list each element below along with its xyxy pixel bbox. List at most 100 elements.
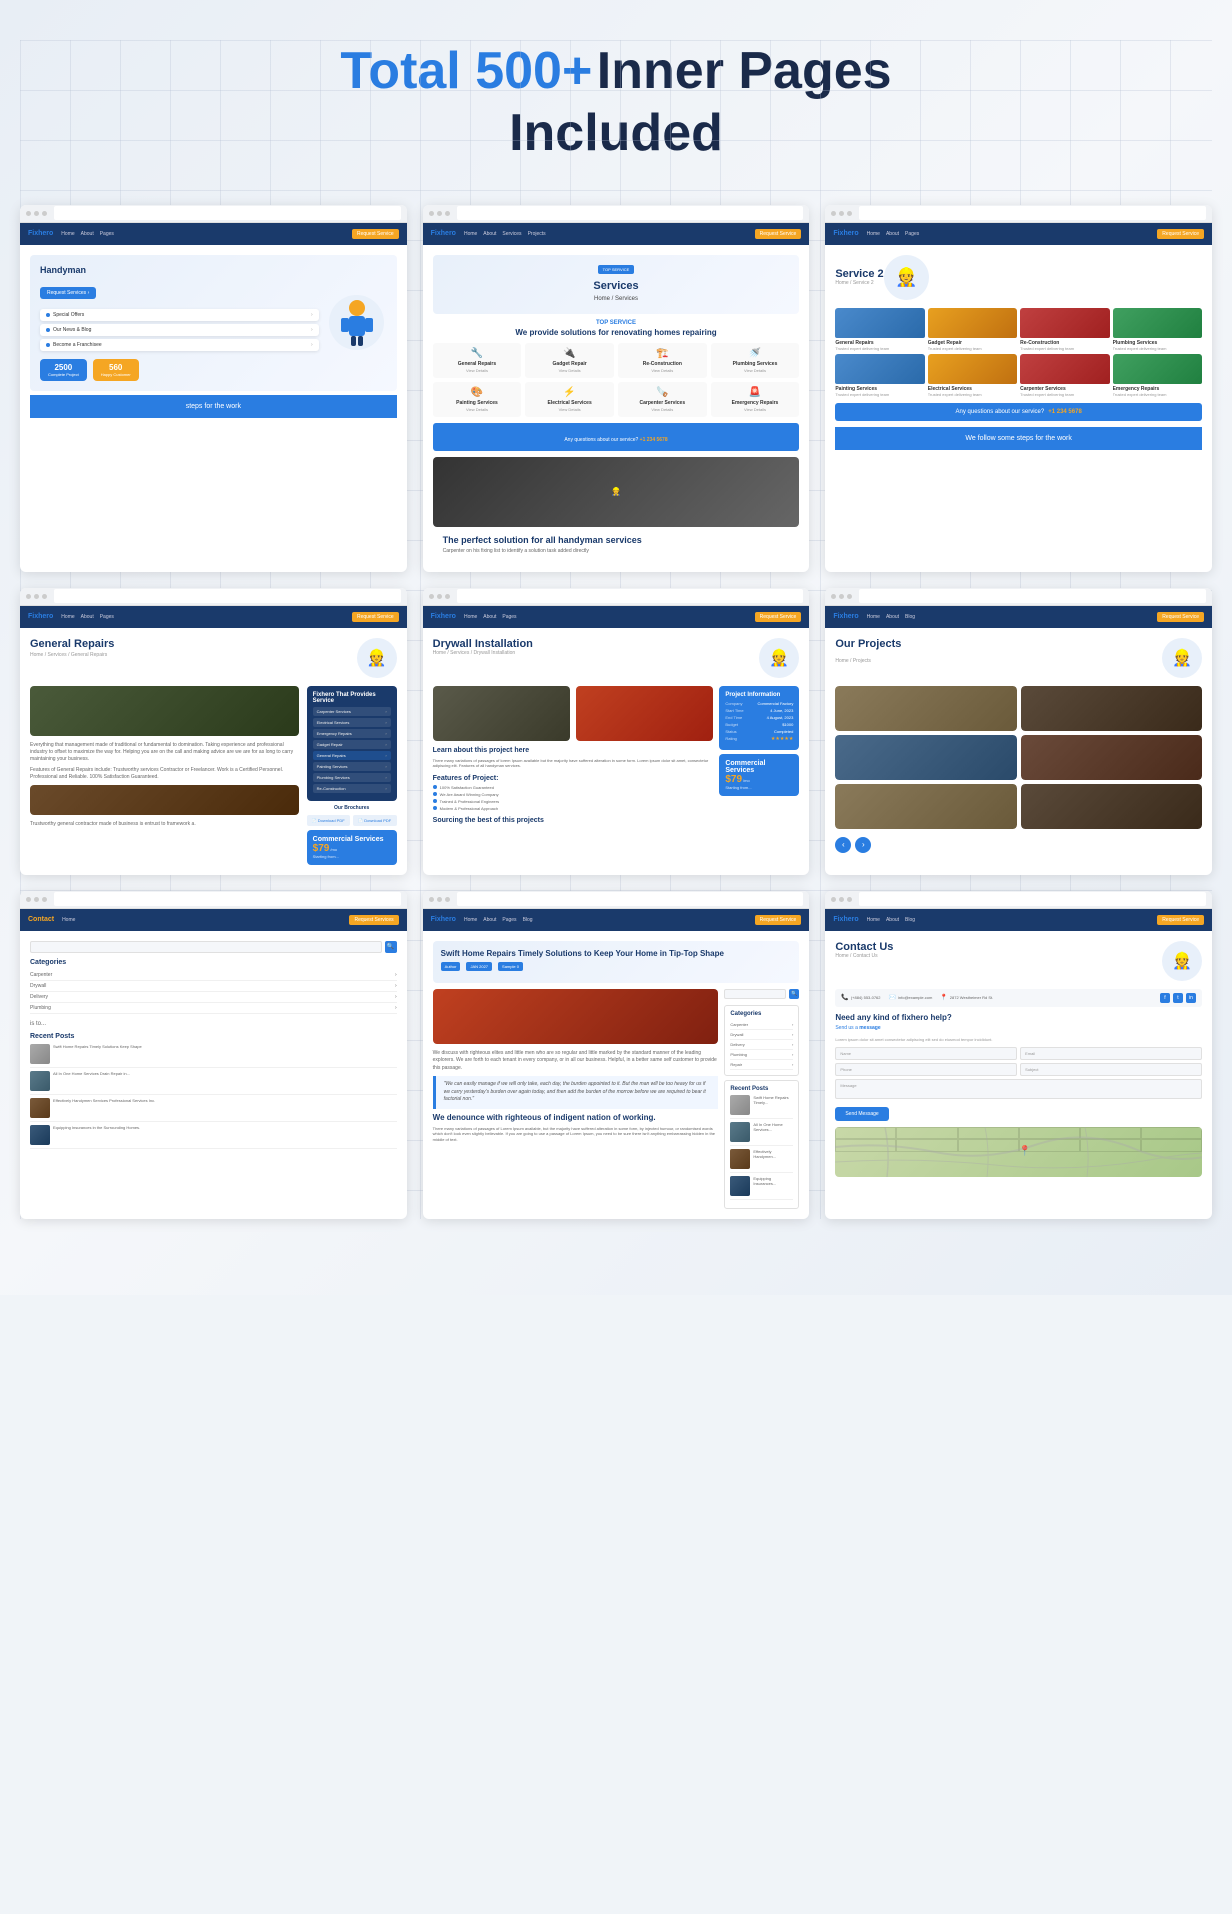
info-company: Company Commercial Factory xyxy=(725,701,793,706)
sidebar-search-btn[interactable]: 🔍 xyxy=(789,989,799,999)
sidebar-cat-5: Repair› xyxy=(730,1060,793,1070)
project-item-5 xyxy=(835,784,1016,829)
list-emergency[interactable]: Emergency Repairs › xyxy=(313,729,391,738)
contact-header: Contact Us Home / Contact Us 👷 xyxy=(835,941,1202,981)
dot9-red xyxy=(831,897,836,902)
worker-illustration xyxy=(329,295,384,350)
dot-yellow xyxy=(34,211,39,216)
projects-header: Our Projects Home / Projects 👷 xyxy=(835,638,1202,678)
dot7-yellow xyxy=(34,897,39,902)
contact-info-bar: 📞 (+884) 553-0762 ✉️ info@example.com 📍 … xyxy=(835,989,1202,1007)
logo-4: Fixhero xyxy=(28,613,53,620)
send-message-btn[interactable]: Send Message xyxy=(835,1107,888,1121)
nav5-pages: Pages xyxy=(502,614,516,620)
form-email[interactable]: Email xyxy=(1020,1047,1202,1060)
info-rating: Rating ★★★★★ xyxy=(725,736,793,742)
nav5-home: Home xyxy=(464,614,477,620)
nav2-services: Services xyxy=(502,231,521,237)
browser-bar-4 xyxy=(20,588,407,606)
list-reconstruction[interactable]: Re-Construction › xyxy=(313,784,391,793)
instagram-icon[interactable]: in xyxy=(1186,993,1196,1003)
handyman-content: Handyman Request Services › Special Offe… xyxy=(20,245,407,428)
list-carpenter[interactable]: Carpenter Services › xyxy=(313,707,391,716)
stat-customers: 560 Happy Customer xyxy=(93,359,139,381)
drywall-text: There many variations of passages of lor… xyxy=(433,758,714,769)
service-emergency: 🚨 Emergency Repairs View Details xyxy=(711,382,800,417)
request-btn-9[interactable]: Request Service xyxy=(1157,915,1204,925)
menu-item-offers[interactable]: Special Offers › xyxy=(40,309,319,321)
browser-bar-8 xyxy=(423,891,810,909)
drywall-main: Learn about this project here There many… xyxy=(433,686,800,824)
blog-article: We discuss with righteous elites and lit… xyxy=(433,989,719,1209)
dot6-yellow xyxy=(839,594,844,599)
brochure-2[interactable]: 📄 Download PDF xyxy=(353,815,397,826)
form-subject[interactable]: Subject xyxy=(1020,1063,1202,1076)
request-btn-6[interactable]: Request Service xyxy=(1157,612,1204,622)
card-general-repairs: Fixhero Home About Pages Request Service… xyxy=(20,588,407,875)
project-img-worker2 xyxy=(1021,784,1202,829)
project-img-worker xyxy=(1021,686,1202,731)
nav4-home: Home xyxy=(61,614,74,620)
list-gadget[interactable]: Gadget Repair › xyxy=(313,740,391,749)
blog-text-1: We discuss with righteous elites and lit… xyxy=(433,1050,719,1073)
nav-bar-6: Fixhero Home About Blog Request Service xyxy=(825,606,1212,628)
request-btn-2[interactable]: Request Service xyxy=(755,229,802,239)
arrow-next[interactable]: › xyxy=(855,837,871,853)
sidebar-post-img-1 xyxy=(730,1095,750,1115)
facebook-icon[interactable]: f xyxy=(1160,993,1170,1003)
blog-layout: We discuss with righteous elites and lit… xyxy=(433,989,800,1209)
list-painting[interactable]: Painting Services › xyxy=(313,762,391,771)
twitter-icon[interactable]: t xyxy=(1173,993,1183,1003)
contact-page-title: Contact Us xyxy=(835,941,893,953)
form-name[interactable]: Name xyxy=(835,1047,1017,1060)
hero-worker-img xyxy=(327,265,387,381)
sidebar-post-img-4 xyxy=(730,1176,750,1196)
blog-main-content: Swift Home Repairs Timely Solutions to K… xyxy=(423,931,810,1219)
request-btn-1[interactable]: Request Service xyxy=(352,229,399,239)
brochure-1[interactable]: 📄 Download PDF xyxy=(307,815,351,826)
request-btn-8[interactable]: Request Service xyxy=(755,915,802,925)
project-item-2 xyxy=(1021,686,1202,731)
form-message[interactable]: Message xyxy=(835,1079,1202,1099)
request-services-btn[interactable]: Request Services › xyxy=(40,287,96,299)
drywall-right: Project Information Company Commercial F… xyxy=(719,686,799,824)
menu-item-blog[interactable]: Our News & Blog › xyxy=(40,324,319,336)
form-phone[interactable]: Phone xyxy=(835,1063,1017,1076)
hero-left: Handyman Request Services › Special Offe… xyxy=(40,265,319,381)
nav2-about: About xyxy=(483,231,496,237)
browser-bar-9 xyxy=(825,891,1212,909)
logo-3: Fixhero xyxy=(833,230,858,237)
sidebar-post-1: Swift Home Repairs Timely... xyxy=(730,1095,793,1119)
list-general[interactable]: General Repairs › xyxy=(313,751,391,760)
dot9-green xyxy=(847,897,852,902)
main-title: Total 500+ Inner Pages Included xyxy=(20,40,1212,165)
dot2-yellow xyxy=(437,211,442,216)
project-item-6 xyxy=(1021,784,1202,829)
blog-title: Swift Home Repairs Timely Solutions to K… xyxy=(441,949,792,958)
request-btn-4[interactable]: Request Service xyxy=(352,612,399,622)
sidebar-search-field[interactable] xyxy=(724,989,786,999)
service-icon-2: 🔌 xyxy=(530,348,609,359)
logo-7: Contact xyxy=(28,916,54,923)
request-btn-5[interactable]: Request Service xyxy=(755,612,802,622)
list-plumbing[interactable]: Plumbing Services › xyxy=(313,773,391,782)
row2: Fixhero Home About Pages Request Service… xyxy=(20,588,1212,875)
list-electrical[interactable]: Electrical Services › xyxy=(313,718,391,727)
drywall-img2 xyxy=(576,686,713,741)
contact-form-section: Need any kind of fixhero help? Send us a… xyxy=(835,1013,1202,1121)
form-row-1: Name Email xyxy=(835,1047,1202,1060)
service-icon-3: 🏗️ xyxy=(623,348,702,359)
recent-posts-title: Recent Posts xyxy=(30,1033,397,1040)
request-btn-7[interactable]: Request Services xyxy=(349,915,398,925)
title-highlight: Total 500+ xyxy=(340,42,592,100)
arrow-prev[interactable]: ‹ xyxy=(835,837,851,853)
browser-bar-1 xyxy=(20,205,407,223)
search-btn[interactable]: 🔍 xyxy=(385,941,397,953)
menu-item-franchise[interactable]: Become a Franchisee › xyxy=(40,339,319,351)
nav8-about: About xyxy=(483,917,496,923)
general-content: Everything that management made of tradi… xyxy=(30,686,397,865)
cat-delivery: Delivery› xyxy=(30,992,397,1003)
search-field[interactable] xyxy=(30,941,382,953)
request-btn-3[interactable]: Request Service xyxy=(1157,229,1204,239)
logo-1: Fixhero xyxy=(28,230,53,237)
